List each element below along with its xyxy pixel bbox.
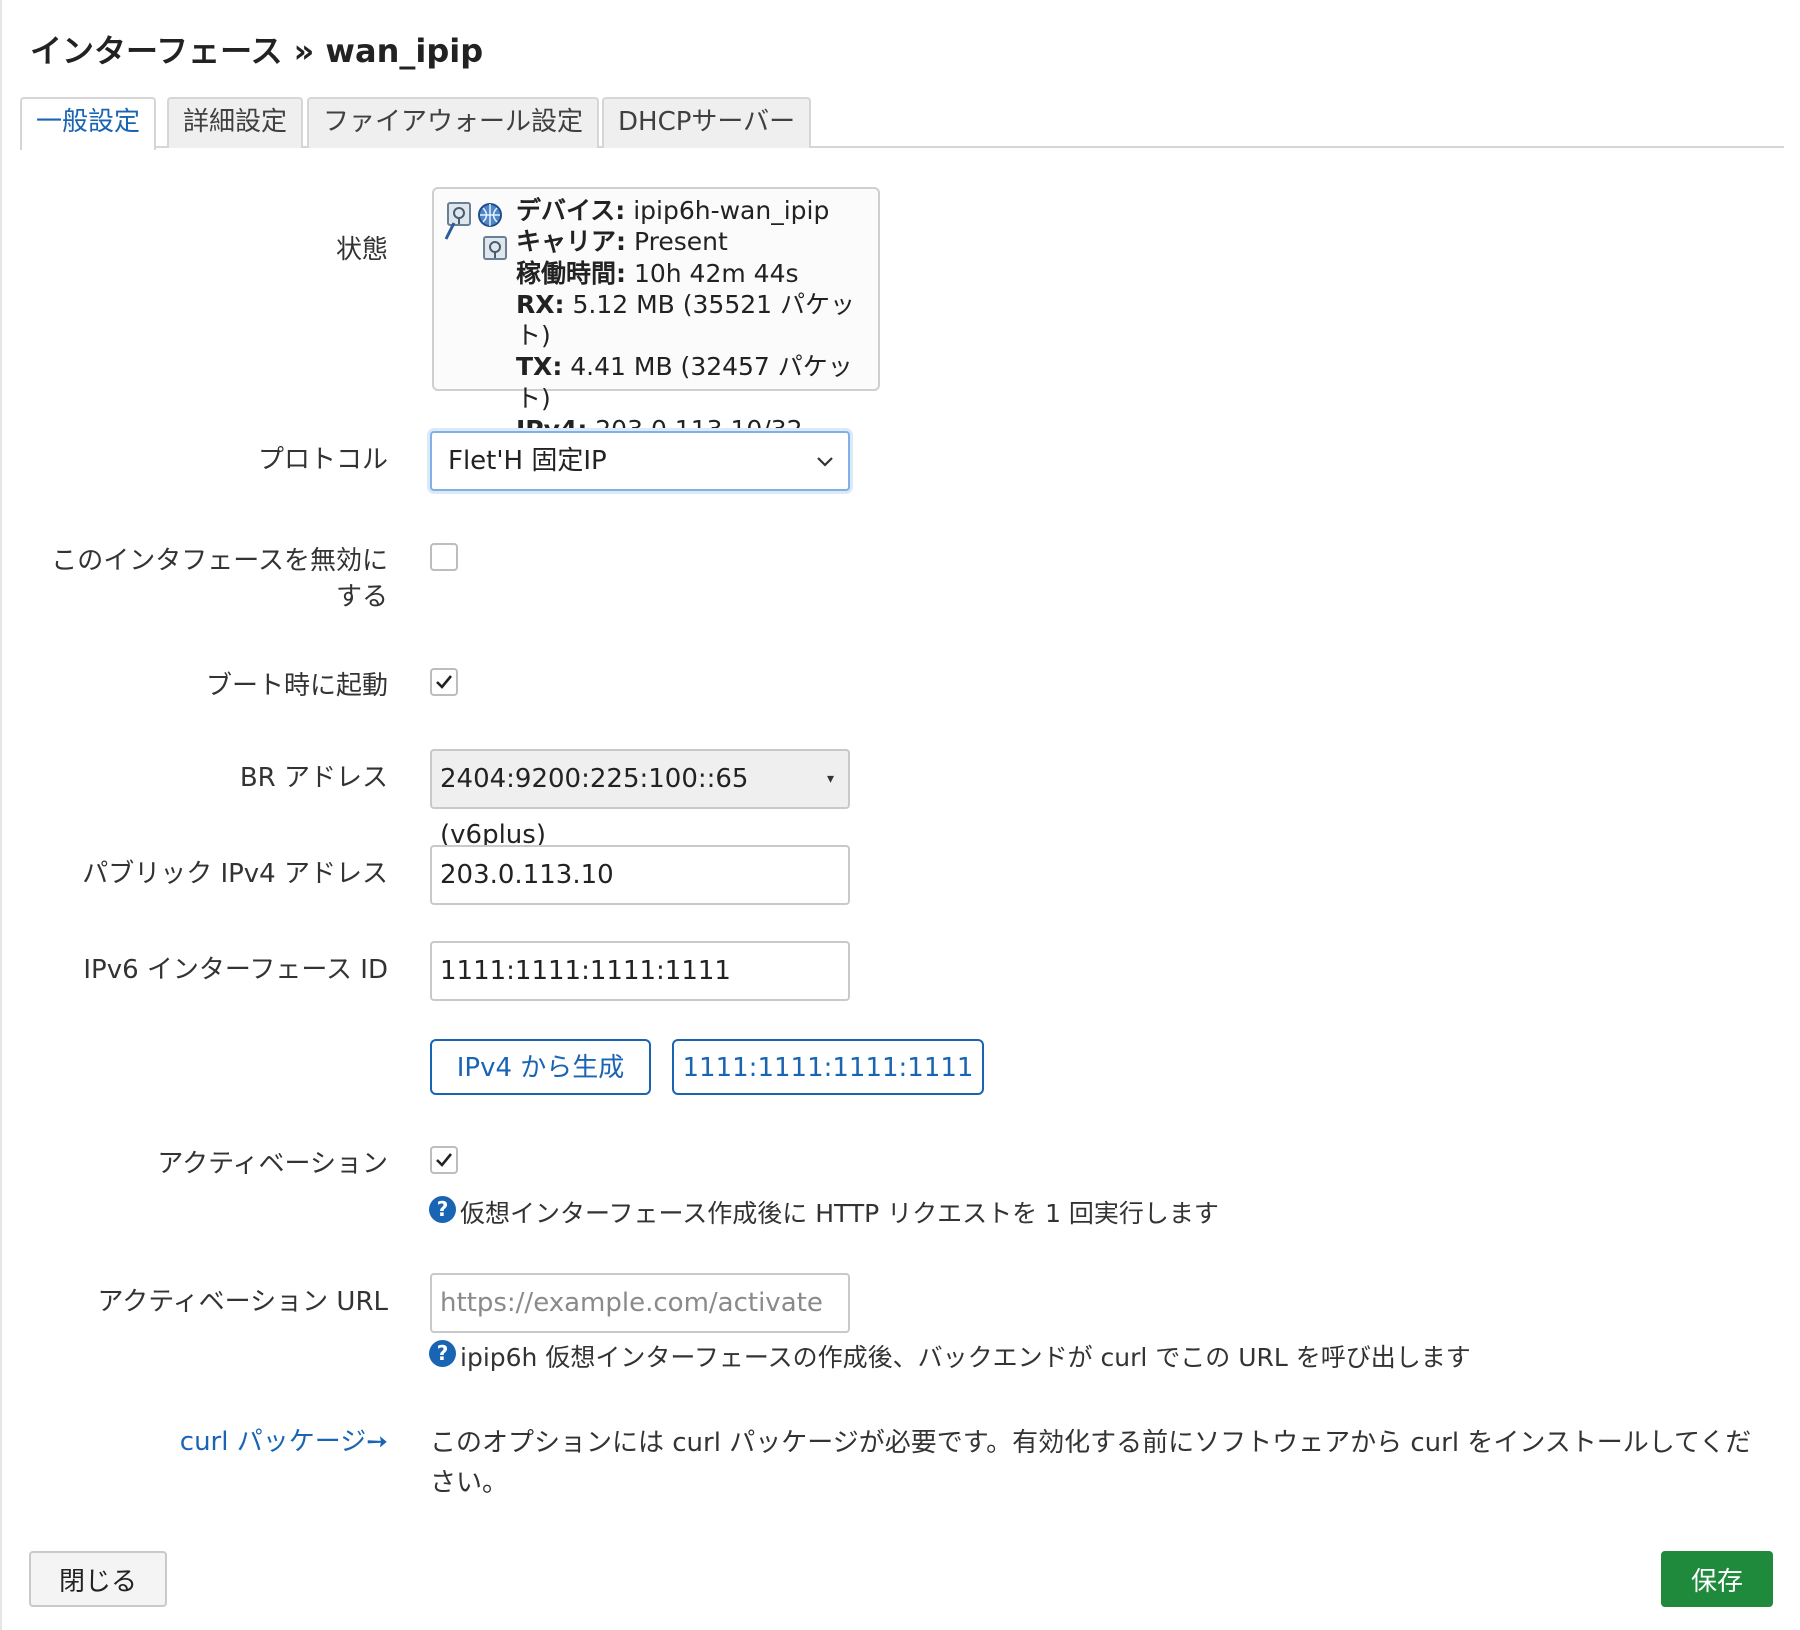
tab-firewall-settings[interactable]: ファイアウォール設定 [307,97,600,148]
generate-from-ipv4-button[interactable]: IPv4 から生成 [430,1039,651,1095]
status-device-line: デバイス: ipip6h-wan_ipip [516,196,830,225]
tab-dhcp-server[interactable]: DHCPサーバー [602,97,812,148]
network-device-icon [444,202,507,260]
save-button[interactable]: 保存 [1661,1551,1773,1607]
activation-checkbox[interactable] [430,1146,458,1174]
tab-advanced-settings[interactable]: 詳細設定 [167,97,304,148]
status-tx-line: TX: 4.41 MB (32457 パケット) [516,352,853,413]
activation-url-input[interactable] [430,1273,850,1333]
br-address-label: BR アドレス [239,763,388,793]
status-uptime-line: 稼働時間: 10h 42m 44s [516,258,799,288]
curl-package-link[interactable]: curl パッケージ➙ [180,1424,388,1460]
status-carrier-line: キャリア: Present [516,227,728,257]
dialog-title: インターフェース » wan_ipip [30,32,484,70]
checkmark-icon [436,675,453,689]
status-rx-line: RX: 5.12 MB (35521 パケット) [516,289,855,351]
checkmark-icon [436,1153,453,1167]
help-question-icon: ? [429,1196,456,1223]
ipv6-iface-id-input[interactable] [430,941,850,1001]
boot-start-label: ブート時に起動 [205,671,388,701]
disable-interface-checkbox[interactable] [430,543,458,571]
status-box: デバイス: ipip6h-wan_ipip キャリア: Present 稼働時間… [432,187,880,444]
curl-requirement-note: このオプションには curl パッケージが必要です。有効化する前にソフトウェアか… [430,1428,1752,1498]
activation-label: アクティベーション [157,1149,388,1179]
protocol-selected-value: Flet'H 固定IP [448,446,607,476]
public-ipv4-label: パブリック IPv4 アドレス [82,859,388,889]
protocol-label: プロトコル [257,445,388,475]
close-button[interactable]: 閉じる [29,1551,167,1607]
tab-general-settings[interactable]: 一般設定 [20,97,157,150]
dialog-left-border [0,0,2,1630]
protocol-select[interactable]: Flet'H 固定IP [430,431,850,491]
activation-help: ? 仮想インターフェース作成後に HTTP リクエストを 1 回実行します [429,1196,1219,1230]
fill-iface-id-button[interactable]: 1111:1111:1111:1111 [672,1039,984,1095]
disable-interface-label: このインタフェースを無効にする [51,546,388,612]
ipv6-iface-id-label: IPv6 インターフェース ID [83,955,388,985]
br-address-selected-value: 2404:9200:225:100::65 (v6plus) [440,764,749,850]
dropdown-triangle-icon: ▾ [826,771,834,787]
activation-url-help: ? ipip6h 仮想インターフェースの作成後、バックエンドが curl でこの … [429,1340,1471,1374]
br-address-select[interactable]: 2404:9200:225:100::65 (v6plus) ▾ [430,749,850,850]
chevron-down-icon [817,457,833,467]
activation-url-label: アクティベーション URL [97,1287,388,1317]
status-label: 状態 [335,235,388,265]
help-question-icon: ? [429,1340,456,1367]
tab-bar: 一般設定 詳細設定 ファイアウォール設定 DHCPサーバー [20,97,1784,150]
boot-start-checkbox[interactable] [430,668,458,696]
public-ipv4-input[interactable] [430,845,850,905]
